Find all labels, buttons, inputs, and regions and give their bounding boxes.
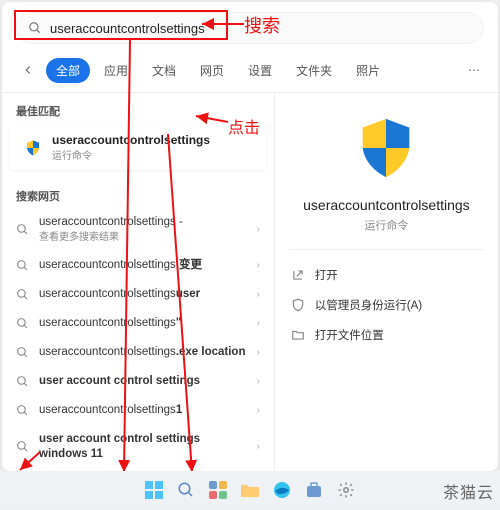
result-text: useraccountcontrolsettings - 查看更多搜索结果 xyxy=(39,215,246,244)
taskbar-search[interactable] xyxy=(175,479,197,501)
search-icon xyxy=(16,259,29,272)
shield-hero-icon xyxy=(351,113,421,183)
action-admin[interactable]: 以管理员身份运行(A) xyxy=(289,290,484,320)
search-icon xyxy=(16,440,29,453)
tab-documents[interactable]: 文档 xyxy=(142,58,186,83)
search-icon xyxy=(16,288,29,301)
search-icon xyxy=(177,481,195,499)
back-button[interactable] xyxy=(14,56,42,84)
taskbar-widgets[interactable] xyxy=(207,479,229,501)
result-text: user account control settings windows 11 xyxy=(39,432,246,462)
search-icon xyxy=(16,223,29,236)
taskbar-explorer[interactable] xyxy=(239,479,261,501)
tab-web[interactable]: 网页 xyxy=(190,58,234,83)
search-icon xyxy=(16,404,29,417)
result-text: useraccountcontrolsettingsuser xyxy=(39,287,246,302)
tab-apps[interactable]: 应用 xyxy=(94,58,138,83)
search-result[interactable]: useraccountcontrolsettings" › xyxy=(2,309,274,338)
chevron-right-icon: › xyxy=(256,260,259,271)
search-result[interactable]: useraccountcontrolsettings.exe location … xyxy=(2,338,274,367)
best-match-item[interactable]: useraccountcontrolsettings 运行命令 xyxy=(10,125,266,170)
result-text: useraccountcontrolsettings1 xyxy=(39,403,246,418)
folder-icon xyxy=(240,482,260,498)
search-box[interactable] xyxy=(16,12,484,44)
tabs-row: 全部 应用 文档 网页 设置 文件夹 照片 ⋯ xyxy=(2,50,498,93)
detail-subtitle: 运行命令 xyxy=(364,217,408,233)
search-result[interactable]: useraccountcontrolsettings - 查看更多搜索结果 › xyxy=(2,208,274,251)
search-result[interactable]: useraccountcontrolsettings 变更 › xyxy=(2,251,274,280)
results-panel: 最佳匹配 useraccountcontrolsettings 运行命令 xyxy=(2,93,275,471)
best-match-title: useraccountcontrolsettings xyxy=(52,133,210,147)
tab-photos[interactable]: 照片 xyxy=(346,58,390,83)
action-label: 打开文件位置 xyxy=(315,327,384,343)
chevron-right-icon: › xyxy=(256,441,259,452)
chevron-right-icon: › xyxy=(256,376,259,387)
action-folder[interactable]: 打开文件位置 xyxy=(289,320,484,350)
result-text: useraccountcontrolsettings.exe location xyxy=(39,345,246,360)
widgets-icon xyxy=(209,481,227,499)
search-result[interactable]: useraccountcontrolsettings1 › xyxy=(2,396,274,425)
store-icon xyxy=(305,481,323,499)
search-result[interactable]: user account control settings › xyxy=(2,367,274,396)
chevron-right-icon: › xyxy=(256,224,259,235)
tab-folders[interactable]: 文件夹 xyxy=(286,58,342,83)
best-match-subtitle: 运行命令 xyxy=(52,147,210,162)
search-input[interactable] xyxy=(50,21,472,36)
detail-title: useraccountcontrolsettings xyxy=(303,197,470,213)
start-button[interactable] xyxy=(143,479,165,501)
chevron-right-icon: › xyxy=(256,347,259,358)
search-icon xyxy=(16,317,29,330)
shield-icon xyxy=(24,139,42,157)
folder-icon xyxy=(291,328,305,342)
best-match-header: 最佳匹配 xyxy=(2,93,274,123)
search-icon xyxy=(28,21,42,35)
action-label: 以管理员身份运行(A) xyxy=(315,297,422,313)
gear-icon xyxy=(337,481,355,499)
arrow-left-icon xyxy=(21,63,35,77)
taskbar-edge[interactable] xyxy=(271,479,293,501)
chevron-right-icon: › xyxy=(256,289,259,300)
detail-divider xyxy=(289,249,484,250)
detail-panel: useraccountcontrolsettings 运行命令 打开以管理员身份… xyxy=(275,93,498,471)
chevron-right-icon: › xyxy=(256,405,259,416)
result-text: useraccountcontrolsettings 变更 xyxy=(39,258,246,273)
edge-icon xyxy=(273,481,291,499)
web-results-header: 搜索网页 xyxy=(2,178,274,208)
taskbar xyxy=(0,471,500,509)
tabs-more[interactable]: ⋯ xyxy=(462,59,486,81)
search-result[interactable]: useraccountcontrolsettingsuser › xyxy=(2,280,274,309)
taskbar-store[interactable] xyxy=(303,479,325,501)
taskbar-settings[interactable] xyxy=(335,479,357,501)
tab-all[interactable]: 全部 xyxy=(46,58,90,83)
result-text: user account control settings xyxy=(39,374,246,389)
tab-settings[interactable]: 设置 xyxy=(238,58,282,83)
action-open[interactable]: 打开 xyxy=(289,260,484,290)
action-label: 打开 xyxy=(315,267,338,283)
result-text: useraccountcontrolsettings" xyxy=(39,316,246,331)
search-icon xyxy=(16,375,29,388)
admin-icon xyxy=(291,298,305,312)
open-icon xyxy=(291,268,305,282)
search-icon xyxy=(16,346,29,359)
watermark: 茶猫云 xyxy=(443,479,494,503)
chevron-right-icon: › xyxy=(256,318,259,329)
search-result[interactable]: user account control settings windows 11… xyxy=(2,425,274,469)
windows-icon xyxy=(145,481,163,499)
